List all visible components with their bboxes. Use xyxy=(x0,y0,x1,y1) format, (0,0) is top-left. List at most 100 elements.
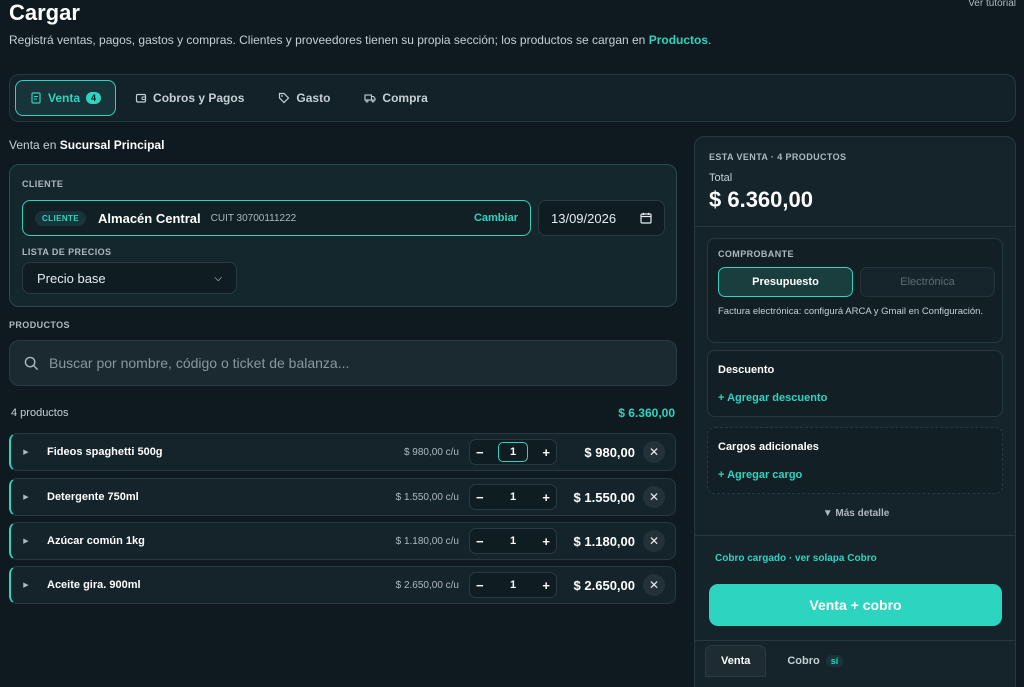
tab-label: Cobros y Pagos xyxy=(153,91,245,105)
product-name: Fideos spaghetti 500g xyxy=(47,446,163,458)
sale-summary-panel: ESTA VENTA · 4 PRODUCTOS Total $ 6.360,0… xyxy=(694,136,1016,687)
remove-icon[interactable]: ✕ xyxy=(643,530,665,552)
tab-cobro-summary[interactable]: Cobro sí xyxy=(772,645,858,677)
comprobante-label: COMPROBANTE xyxy=(718,249,794,259)
tab-gasto[interactable]: Gasto xyxy=(263,80,345,116)
receipt-icon xyxy=(31,92,41,104)
expand-caret-icon[interactable]: ▶ xyxy=(11,493,41,501)
tab-venta-summary[interactable]: Venta xyxy=(705,645,767,677)
increment-button[interactable]: + xyxy=(542,534,550,549)
page-title: Cargar xyxy=(9,0,80,25)
branch-prefix: Venta en xyxy=(9,138,57,152)
decrement-button[interactable]: − xyxy=(476,490,484,505)
client-selector[interactable]: CLIENTE Almacén Central CUIT 30700111222… xyxy=(22,200,531,236)
product-count: 4 productos xyxy=(11,407,69,419)
cobro-badge: sí xyxy=(825,655,844,667)
tab-venta[interactable]: Venta 4 xyxy=(15,80,117,116)
tab-label: Venta xyxy=(721,655,751,667)
decrement-button[interactable]: − xyxy=(476,445,484,460)
discount-title: Descuento xyxy=(718,364,775,376)
price-list-value: Precio base xyxy=(37,270,106,286)
electronica-button[interactable]: Electrónica xyxy=(860,267,995,297)
row-subtotal: $ 2.650,00 xyxy=(573,577,635,593)
tab-label: Compra xyxy=(382,91,428,105)
unit-price: $ 1.550,00 c/u xyxy=(395,491,459,503)
add-charge-button[interactable]: + Agregar cargo xyxy=(718,469,802,481)
quantity-stepper[interactable]: − 1 + xyxy=(469,528,557,554)
expand-caret-icon[interactable]: ▶ xyxy=(11,448,41,456)
remove-icon[interactable]: ✕ xyxy=(643,486,665,508)
quantity-input[interactable]: 1 xyxy=(498,535,528,547)
decrement-button[interactable]: − xyxy=(476,578,484,593)
summary-total-label: Total xyxy=(709,172,733,184)
product-search[interactable] xyxy=(9,340,677,386)
remove-icon[interactable]: ✕ xyxy=(643,441,665,463)
price-list-select[interactable]: Precio base ⌵ xyxy=(22,262,237,294)
subtitle-text: Registrá ventas, pagos, gastos y compras… xyxy=(9,33,646,47)
charges-title: Cargos adicionales xyxy=(718,441,819,453)
remove-icon[interactable]: ✕ xyxy=(643,574,665,596)
product-row[interactable]: ▶ Fideos spaghetti 500g $ 980,00 c/u − 1… xyxy=(9,433,676,471)
venta-cobro-button[interactable]: Venta + cobro xyxy=(709,584,1002,626)
tab-label: Gasto xyxy=(296,91,331,105)
comprobante-card: COMPROBANTE Presupuesto Electrónica Fact… xyxy=(707,238,1003,343)
product-name: Azúcar común 1kg xyxy=(47,535,145,547)
quantity-stepper[interactable]: − 1 + xyxy=(469,484,557,510)
discount-card: Descuento + Agregar descuento xyxy=(707,350,1003,417)
unit-price: $ 2.650,00 c/u xyxy=(395,579,459,591)
summary-tabs: Venta Cobro sí xyxy=(705,645,858,677)
tabs-bar: Venta 4 Cobros y Pagos Gasto Compra xyxy=(9,74,1016,122)
quantity-input[interactable]: 1 xyxy=(498,491,528,503)
charges-card: Cargos adicionales + Agregar cargo xyxy=(707,427,1003,494)
summary-heading: ESTA VENTA · 4 PRODUCTOS xyxy=(709,152,847,162)
tutorial-link[interactable]: Ver tutorial xyxy=(968,0,1016,9)
tab-cobros-pagos[interactable]: Cobros y Pagos xyxy=(120,80,259,116)
search-input[interactable] xyxy=(49,355,649,371)
page-subtitle: Registrá ventas, pagos, gastos y compras… xyxy=(9,33,711,47)
expand-caret-icon[interactable]: ▶ xyxy=(11,537,41,545)
date-value: 13/09/2026 xyxy=(551,210,617,226)
search-icon xyxy=(24,356,39,370)
client-name: Almacén Central xyxy=(98,210,201,226)
products-section-label: PRODUCTOS xyxy=(9,320,70,330)
price-list-label: LISTA DE PRECIOS xyxy=(22,247,112,257)
client-section-label: CLIENTE xyxy=(22,179,64,189)
tag-icon xyxy=(279,92,290,104)
presupuesto-button[interactable]: Presupuesto xyxy=(718,267,853,297)
product-row[interactable]: ▶ Detergente 750ml $ 1.550,00 c/u − 1 + … xyxy=(9,478,676,516)
row-subtotal: $ 1.550,00 xyxy=(573,489,635,505)
product-name: Aceite gira. 900ml xyxy=(47,579,141,591)
unit-price: $ 1.180,00 c/u xyxy=(395,535,459,547)
quantity-stepper[interactable]: − 1 + xyxy=(469,572,557,598)
chevron-down-icon: ⌵ xyxy=(214,272,222,284)
add-discount-button[interactable]: + Agregar descuento xyxy=(718,392,827,404)
wallet-icon xyxy=(135,93,147,103)
change-client-button[interactable]: Cambiar xyxy=(474,212,518,224)
date-field[interactable]: 13/09/2026 xyxy=(538,200,665,236)
product-row[interactable]: ▶ Aceite gira. 900ml $ 2.650,00 c/u − 1 … xyxy=(9,566,676,604)
productos-link[interactable]: Productos xyxy=(649,33,708,47)
row-subtotal: $ 1.180,00 xyxy=(573,533,635,549)
quantity-input[interactable]: 1 xyxy=(498,579,528,591)
tab-compra[interactable]: Compra xyxy=(349,80,442,116)
truck-icon xyxy=(364,94,376,103)
unit-price: $ 980,00 c/u xyxy=(403,446,459,458)
cobro-status-link[interactable]: Cobro cargado · ver solapa Cobro xyxy=(715,553,877,564)
product-name: Detergente 750ml xyxy=(47,491,139,503)
product-row[interactable]: ▶ Azúcar común 1kg $ 1.180,00 c/u − 1 + … xyxy=(9,522,676,560)
products-total: $ 6.360,00 xyxy=(618,406,675,420)
quantity-input[interactable]: 1 xyxy=(498,442,528,462)
branch-line: Venta en Sucursal Principal xyxy=(9,138,164,152)
divider xyxy=(695,226,1015,227)
increment-button[interactable]: + xyxy=(542,490,550,505)
expand-caret-icon[interactable]: ▶ xyxy=(11,581,41,589)
decrement-button[interactable]: − xyxy=(476,534,484,549)
quantity-stepper[interactable]: − 1 + xyxy=(469,439,557,465)
summary-total: $ 6.360,00 xyxy=(709,187,813,212)
client-cuit: CUIT 30700111222 xyxy=(210,212,297,224)
increment-button[interactable]: + xyxy=(542,578,550,593)
client-panel: CLIENTE CLIENTE Almacén Central CUIT 307… xyxy=(9,164,677,307)
calendar-icon[interactable] xyxy=(640,212,652,224)
more-detail-toggle[interactable]: ▼ Más detalle xyxy=(695,508,1015,519)
increment-button[interactable]: + xyxy=(542,445,550,460)
